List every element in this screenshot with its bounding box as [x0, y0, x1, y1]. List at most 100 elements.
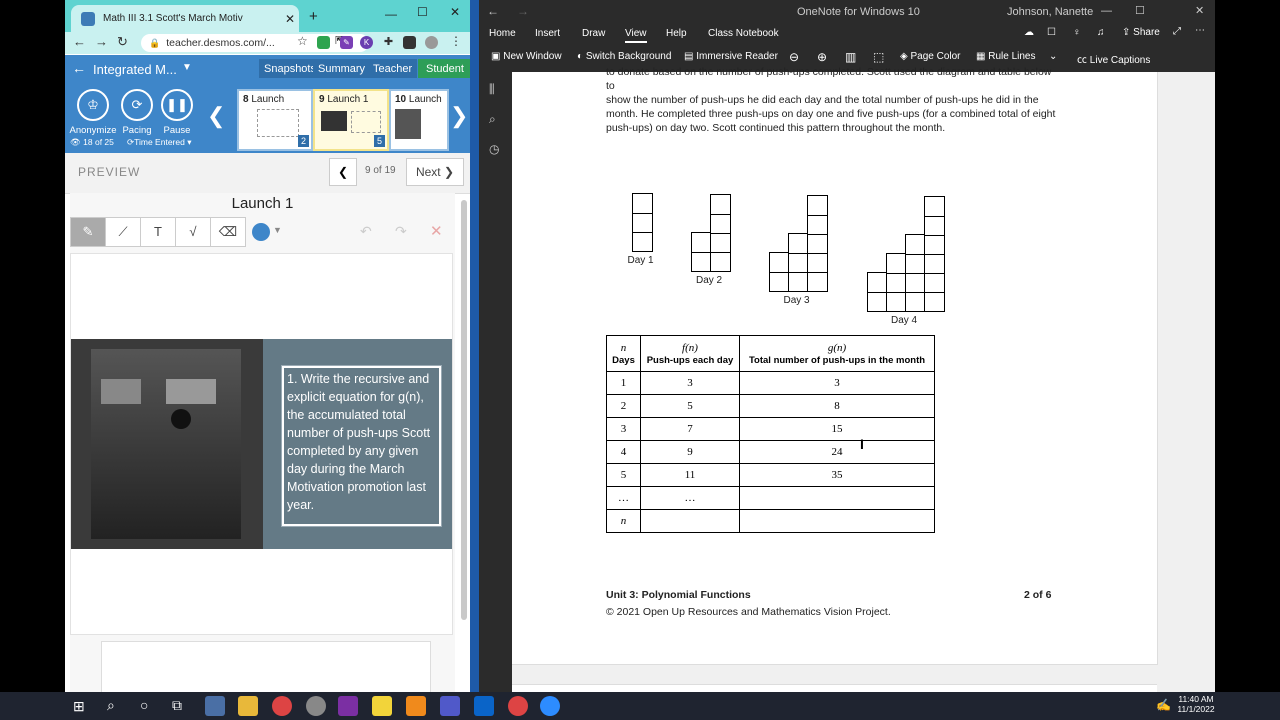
anonymize-button[interactable]: ♔ Anonymize	[69, 89, 117, 136]
zoom-icon[interactable]	[540, 696, 560, 716]
chrome-icon[interactable]	[272, 696, 292, 716]
scrollbar[interactable]	[461, 200, 467, 620]
pause-button[interactable]: ❚❚ Pause	[153, 89, 201, 136]
page-width-icon[interactable]: ▥	[845, 50, 856, 64]
recent-icon[interactable]: ◷	[489, 142, 499, 156]
zoom-in-icon[interactable]: ⊕	[817, 50, 827, 64]
browser-tab[interactable]: Math III 3.1 Scott's March Motiv ✕	[71, 5, 299, 32]
close-window-button[interactable]: ✕	[1195, 4, 1204, 17]
file-explorer-icon[interactable]	[238, 696, 258, 716]
sticky-notes-icon[interactable]	[372, 696, 392, 716]
bookmark-star-icon[interactable]: ☆	[297, 34, 308, 48]
page-color-button[interactable]: ◈ Page Color	[900, 51, 961, 62]
reload-icon[interactable]: ↻	[117, 34, 128, 50]
tab-student[interactable]: Student	[418, 59, 470, 78]
new-tab-button[interactable]: +	[309, 8, 318, 25]
teams-icon[interactable]	[440, 696, 460, 716]
profile-avatar-icon[interactable]	[425, 36, 438, 49]
next-page-button[interactable]: Next ❯	[406, 158, 464, 186]
outlook-icon[interactable]	[474, 696, 494, 716]
prev-slide-arrow-icon[interactable]: ❮	[207, 103, 225, 129]
task-view-icon[interactable]: ⧉	[172, 697, 182, 714]
rule-lines-button[interactable]: ▦ Rule Lines	[976, 51, 1036, 62]
expand-icon[interactable]: ⤢	[1173, 26, 1181, 37]
slide-thumb-8[interactable]: 8 Launch 2	[237, 89, 313, 151]
switch-background-button[interactable]: ◐ Switch Background	[577, 51, 671, 62]
lightbulb-icon[interactable]: ♀	[1073, 27, 1081, 38]
tab-snapshots[interactable]: Snapshots	[259, 59, 321, 78]
notebooks-icon[interactable]: ⫼	[489, 82, 495, 97]
tab-teacher[interactable]: Teacher	[368, 59, 418, 78]
tab-class-notebook[interactable]: Class Notebook	[708, 28, 779, 39]
response-box[interactable]	[101, 641, 431, 692]
new-window-button[interactable]: ▣ New Window	[491, 51, 562, 62]
minimize-button[interactable]: —	[385, 7, 397, 21]
back-arrow-icon[interactable]: ←	[72, 60, 86, 76]
undo-icon[interactable]: ↶	[360, 223, 372, 240]
clock[interactable]: 11:40 AM 11/1/2022	[1176, 694, 1216, 714]
zoom-out-icon[interactable]: ⊖	[789, 50, 799, 64]
slide-thumb-10[interactable]: 10 Launch	[389, 89, 449, 151]
app-icon[interactable]	[306, 696, 326, 716]
tab-help[interactable]: Help	[666, 28, 687, 39]
sync-icon[interactable]: ☁	[1024, 27, 1034, 38]
maximize-button[interactable]: ☐	[417, 5, 428, 19]
clear-icon[interactable]: ✕	[430, 222, 443, 240]
color-picker-icon[interactable]	[252, 223, 270, 241]
prev-page-button[interactable]: ❮	[329, 158, 357, 186]
chevron-down-icon[interactable]: ▼	[273, 225, 282, 235]
maximize-button[interactable]: ☐	[1135, 4, 1145, 17]
extension-pen-icon[interactable]: ✎	[340, 36, 353, 49]
search-icon[interactable]: ⌕	[107, 697, 115, 714]
math-tool-icon[interactable]: √	[175, 217, 211, 247]
sort-dropdown[interactable]: ⟳Time Entered ▾	[127, 137, 191, 148]
calculator-icon[interactable]	[205, 696, 225, 716]
chevron-down-icon[interactable]: ⌄	[1049, 51, 1057, 62]
more-icon[interactable]: ⋯	[1195, 25, 1205, 36]
extension-green-icon[interactable]	[317, 36, 330, 49]
redo-icon[interactable]: ↷	[395, 223, 407, 240]
pacing-label: Pacing	[122, 125, 152, 136]
sketch-canvas[interactable]: 1. Write the recursive and explicit equa…	[70, 253, 453, 635]
chrome-active-icon[interactable]	[508, 696, 528, 716]
text-tool-icon[interactable]: T	[140, 217, 176, 247]
next-slide-arrow-icon[interactable]: ❯	[450, 103, 468, 129]
line-tool-icon[interactable]: ⟋	[105, 217, 141, 247]
close-tab-icon[interactable]: ✕	[281, 12, 299, 26]
live-captions-button[interactable]: ㏄ Live Captions	[1077, 51, 1150, 66]
split-view-icon[interactable]	[403, 36, 416, 49]
menu-kebab-icon[interactable]: ⋮	[450, 34, 462, 48]
cortana-icon[interactable]: ○	[140, 697, 148, 713]
eraser-tool-icon[interactable]: ⌫	[210, 217, 246, 247]
pen-workspace-icon[interactable]: ✍	[1156, 698, 1171, 712]
tab-view[interactable]: View	[625, 28, 647, 43]
chevron-down-icon[interactable]: ▼	[182, 62, 192, 73]
pen-tool-icon[interactable]: ✎	[70, 217, 106, 247]
user-name[interactable]: Johnson, Nanette	[1007, 6, 1093, 18]
fit-page-icon[interactable]: ⬚	[873, 50, 884, 64]
activity-title[interactable]: Integrated M...	[93, 62, 177, 77]
vlc-icon[interactable]	[406, 696, 426, 716]
extension-k-icon[interactable]: K	[360, 36, 373, 49]
search-icon[interactable]: ⌕	[489, 112, 496, 127]
close-window-button[interactable]: ✕	[450, 5, 460, 19]
minimize-button[interactable]: —	[1101, 5, 1112, 17]
forward-arrow-icon[interactable]: →	[95, 34, 108, 49]
immersive-reader-button[interactable]: ▤ Immersive Reader	[684, 51, 778, 62]
page-canvas[interactable]: to donate based on the number of push-up…	[512, 66, 1215, 693]
forward-arrow-icon[interactable]: →	[517, 4, 529, 18]
windows-start-icon[interactable]: ⊞	[73, 698, 85, 715]
puzzle-extensions-icon[interactable]: ✚	[382, 36, 395, 49]
tab-home[interactable]: Home	[489, 28, 516, 39]
tab-summary[interactable]: Summary	[313, 59, 371, 78]
bell-icon[interactable]: ♫	[1097, 27, 1105, 38]
share-button[interactable]: ⇪ Share	[1122, 27, 1160, 38]
back-arrow-icon[interactable]: ←	[73, 34, 86, 49]
slide-thumb-9[interactable]: 9 Launch 1 5	[313, 89, 389, 151]
back-arrow-icon[interactable]: ←	[487, 4, 499, 18]
onenote-icon[interactable]	[338, 696, 358, 716]
tab-insert[interactable]: Insert	[535, 28, 560, 39]
comments-icon[interactable]: ☐	[1047, 27, 1056, 38]
tab-draw[interactable]: Draw	[582, 28, 605, 39]
desmos-header: ← Integrated M... ▼ Snapshots Summary Te…	[65, 55, 470, 83]
